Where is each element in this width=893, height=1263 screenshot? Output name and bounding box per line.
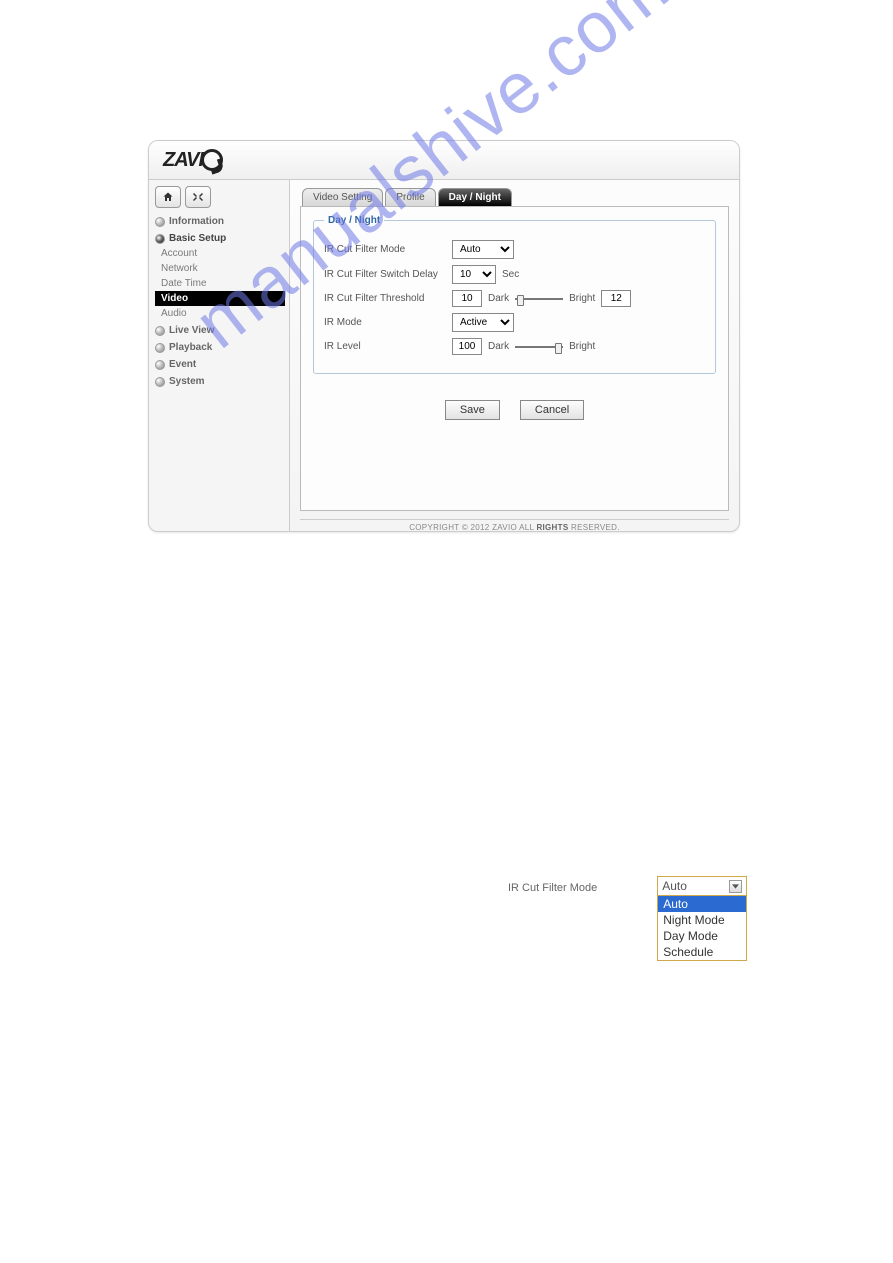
- brand-text: ZAVI: [163, 149, 203, 172]
- sidebar-item-label: Basic Setup: [169, 233, 226, 244]
- label-ir-mode: IR Mode: [324, 317, 446, 328]
- bullet-icon: [155, 377, 165, 387]
- sidebar-subitem-date-time[interactable]: Date Time: [155, 276, 285, 291]
- sidebar-item-information[interactable]: Information: [155, 214, 285, 229]
- bullet-icon: [155, 326, 165, 336]
- select-ir-mode[interactable]: Active: [452, 313, 514, 332]
- row-ir-level: IR Level Dark Bright: [324, 338, 705, 355]
- sidebar-item-playback[interactable]: Playback: [155, 340, 285, 355]
- bullet-icon: [155, 343, 165, 353]
- label-dark: Dark: [488, 293, 509, 304]
- panel: Day / Night IR Cut Filter Mode Auto IR C…: [300, 206, 729, 511]
- footer-pre: COPYRIGHT © 2012 ZAVIO ALL: [409, 523, 536, 532]
- sidebar-item-label: Playback: [169, 342, 212, 353]
- footer-bold: RIGHTS: [536, 523, 568, 532]
- group-day-night: Day / Night IR Cut Filter Mode Auto IR C…: [313, 215, 716, 374]
- tab-profile[interactable]: Profile: [385, 188, 435, 206]
- slider-knob[interactable]: [517, 295, 524, 306]
- app-window: ZAVI In: [148, 140, 740, 532]
- sidebar-item-label: System: [169, 376, 205, 387]
- dropdown-option-day-mode[interactable]: Day Mode: [658, 928, 746, 944]
- label-dark-2: Dark: [488, 341, 509, 352]
- select-ir-cut-filter-mode[interactable]: Auto: [452, 240, 514, 259]
- input-ir-level[interactable]: [452, 338, 482, 355]
- home-icon: [162, 191, 174, 203]
- slider-knob[interactable]: [555, 343, 562, 354]
- sidebar: Information Basic Setup Account Network: [149, 180, 290, 532]
- label-ir-level: IR Level: [324, 341, 446, 352]
- action-buttons: Save Cancel: [313, 400, 716, 420]
- label-ir-cut-filter-switch-delay: IR Cut Filter Switch Delay: [324, 269, 446, 280]
- sidebar-subitem-video[interactable]: Video: [155, 291, 285, 306]
- row-ir-cut-filter-switch-delay: IR Cut Filter Switch Delay 10 Sec: [324, 265, 705, 284]
- label-ir-cut-filter-threshold: IR Cut Filter Threshold: [324, 293, 446, 304]
- select-ir-cut-filter-switch-delay[interactable]: 10: [452, 265, 496, 284]
- footer-post: RESERVED.: [568, 523, 619, 532]
- chevron-down-icon: [729, 880, 742, 893]
- dropdown-selected-label: Auto: [662, 879, 687, 893]
- tools-icon: [192, 191, 204, 203]
- slider-threshold[interactable]: [515, 294, 563, 304]
- dropdown-ir-cut-filter-mode[interactable]: Auto Auto Night Mode Day Mode Schedule: [657, 876, 747, 961]
- save-button[interactable]: Save: [445, 400, 500, 420]
- slider-ir-level[interactable]: [515, 342, 563, 352]
- sidebar-subitem-audio[interactable]: Audio: [155, 306, 285, 321]
- dropdown-selected[interactable]: Auto: [658, 877, 746, 896]
- sidebar-item-label: Live View: [169, 325, 214, 336]
- label-bright: Bright: [569, 293, 595, 304]
- bullet-icon: [155, 360, 165, 370]
- sidebar-item-basic-setup[interactable]: Basic Setup: [155, 231, 285, 246]
- tab-day-night[interactable]: Day / Night: [438, 188, 512, 206]
- row-ir-mode: IR Mode Active: [324, 313, 705, 332]
- row-ir-cut-filter-mode: IR Cut Filter Mode Auto: [324, 240, 705, 259]
- sidebar-nav: Information Basic Setup Account Network: [155, 214, 285, 389]
- sidebar-item-label: Information: [169, 216, 224, 227]
- dropdown-option-auto[interactable]: Auto: [658, 896, 746, 912]
- label-bright-2: Bright: [569, 341, 595, 352]
- bullet-icon: [155, 217, 165, 227]
- label-ir-cut-filter-mode-2: IR Cut Filter Mode: [508, 876, 597, 894]
- label-ir-cut-filter-mode: IR Cut Filter Mode: [324, 244, 446, 255]
- home-button[interactable]: [155, 186, 181, 208]
- brand-eye-icon: [201, 149, 223, 171]
- cancel-button[interactable]: Cancel: [520, 400, 584, 420]
- input-threshold-high[interactable]: [601, 290, 631, 307]
- row-ir-cut-filter-threshold: IR Cut Filter Threshold Dark Bright: [324, 290, 705, 307]
- content: Video Setting Profile Day / Night Day / …: [290, 180, 739, 532]
- sidebar-item-system[interactable]: System: [155, 374, 285, 389]
- tools-button[interactable]: [185, 186, 211, 208]
- sidebar-item-live-view[interactable]: Live View: [155, 323, 285, 338]
- dropdown-options: Auto Night Mode Day Mode Schedule: [658, 896, 746, 960]
- footer: COPYRIGHT © 2012 ZAVIO ALL RIGHTS RESERV…: [300, 519, 729, 532]
- group-title: Day / Night: [324, 215, 384, 226]
- standalone-dropdown-demo: IR Cut Filter Mode Auto Auto Night Mode …: [508, 876, 747, 961]
- unit-sec: Sec: [502, 269, 519, 280]
- tab-bar: Video Setting Profile Day / Night: [302, 188, 729, 206]
- header: ZAVI: [149, 141, 739, 180]
- sidebar-toolbar: [155, 186, 285, 208]
- dropdown-option-night-mode[interactable]: Night Mode: [658, 912, 746, 928]
- input-threshold-low[interactable]: [452, 290, 482, 307]
- sidebar-item-label: Event: [169, 359, 196, 370]
- sidebar-subitem-network[interactable]: Network: [155, 261, 285, 276]
- brand-logo: ZAVI: [163, 149, 223, 172]
- dropdown-option-schedule[interactable]: Schedule: [658, 944, 746, 960]
- tab-video-setting[interactable]: Video Setting: [302, 188, 383, 206]
- bullet-icon: [155, 234, 165, 244]
- sidebar-subitem-account[interactable]: Account: [155, 246, 285, 261]
- sidebar-item-event[interactable]: Event: [155, 357, 285, 372]
